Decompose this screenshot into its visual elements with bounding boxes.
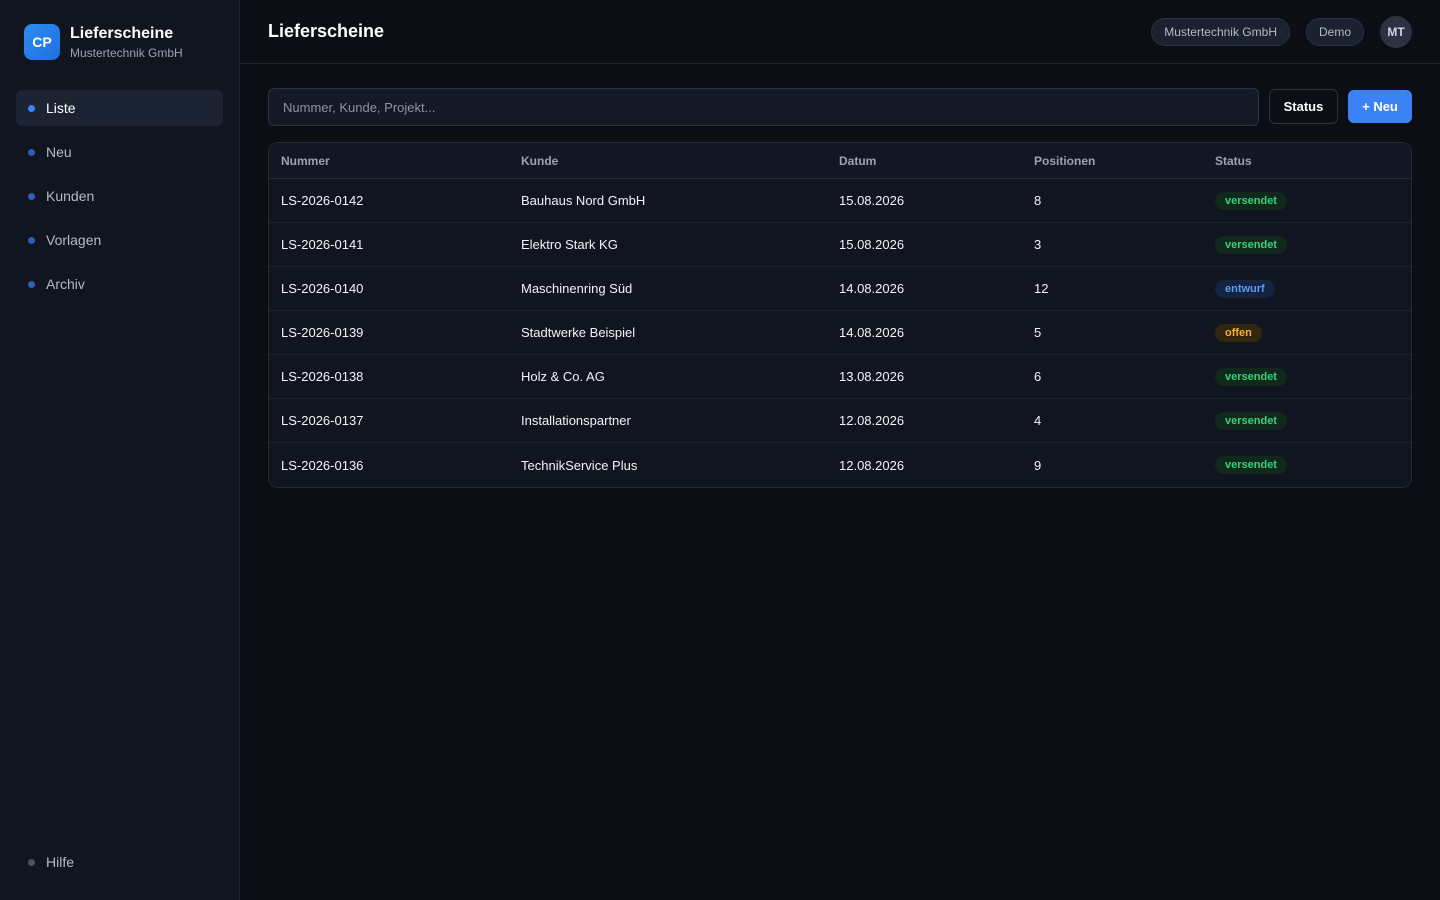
sidebar: CP Lieferscheine Mustertechnik GmbH List… [0, 0, 240, 900]
table-row[interactable]: LS-2026-0142 Bauhaus Nord GmbH 15.08.202… [269, 179, 1411, 223]
avatar[interactable]: MT [1380, 16, 1412, 48]
bullet-icon [28, 280, 35, 288]
cell-kunde: Holz & Co. AG [521, 369, 605, 384]
cell-positionen: 6 [1034, 369, 1042, 384]
sidebar-item-archiv[interactable]: Archiv [16, 266, 223, 302]
status-badge: versendet [1215, 235, 1287, 254]
cell-kunde: Stadtwerke Beispiel [521, 325, 636, 340]
company-switcher[interactable]: Mustertechnik GmbH [1151, 18, 1290, 46]
cell-nummer: LS-2026-0141 [281, 237, 364, 252]
cell-nummer: LS-2026-0140 [281, 281, 364, 296]
status-badge: versendet [1215, 411, 1287, 430]
sidebar-item-kunden[interactable]: Kunden [16, 178, 223, 214]
mode-badge[interactable]: Demo [1305, 18, 1364, 46]
bullet-icon [28, 236, 35, 244]
sidebar-item-label: Kunden [46, 188, 95, 204]
cell-nummer: LS-2026-0136 [281, 457, 364, 473]
column-header-kunde[interactable]: Kunde [509, 154, 827, 168]
search-input[interactable] [268, 88, 1259, 126]
table-row[interactable]: LS-2026-0139 Stadtwerke Beispiel 14.08.2… [269, 311, 1411, 355]
cell-status: versendet [1203, 367, 1411, 386]
cell-status: offen [1203, 323, 1411, 342]
topbar: Lieferscheine Mustertechnik GmbH Demo MT [240, 0, 1440, 64]
cell-datum: 12.08.2026 [839, 457, 905, 473]
status-badge: entwurf [1215, 279, 1275, 298]
cell-nummer: LS-2026-0138 [281, 369, 364, 384]
table-row[interactable]: LS-2026-0140 Maschinenring Süd 14.08.202… [269, 267, 1411, 311]
column-header-datum[interactable]: Datum [827, 154, 1022, 168]
sidebar-item-hilfe[interactable]: Hilfe [16, 844, 223, 880]
sidebar-item-label: Hilfe [46, 854, 75, 870]
cell-status: entwurf [1203, 279, 1411, 298]
cell-status: versendet [1203, 456, 1411, 474]
cell-datum: 12.08.2026 [839, 413, 905, 428]
cell-status: versendet [1203, 191, 1411, 210]
cell-datum: 13.08.2026 [839, 369, 905, 384]
table-row[interactable]: LS-2026-0141 Elektro Stark KG 15.08.2026… [269, 223, 1411, 267]
cell-datum: 14.08.2026 [839, 325, 905, 340]
status-filter-button[interactable]: Status [1269, 89, 1338, 124]
delivery-notes-table: Nummer Kunde Datum Positionen Status LS-… [268, 142, 1412, 488]
sidebar-item-neu[interactable]: Neu [16, 134, 223, 170]
sidebar-item-label: Liste [46, 100, 76, 116]
status-badge: versendet [1215, 367, 1287, 386]
cell-kunde: Maschinenring Süd [521, 281, 633, 296]
table-header: Nummer Kunde Datum Positionen Status [269, 143, 1411, 179]
cell-status: versendet [1203, 411, 1411, 430]
cell-status: versendet [1203, 235, 1411, 254]
cell-nummer: LS-2026-0139 [281, 325, 364, 340]
cell-nummer: LS-2026-0142 [281, 193, 364, 208]
table-row[interactable]: LS-2026-0136 TechnikService Plus 12.08.2… [269, 443, 1411, 487]
app-logo: CP [24, 24, 60, 60]
sidebar-bottom: Hilfe [16, 844, 223, 888]
toolbar: Status + Neu [268, 88, 1412, 126]
bullet-icon [28, 858, 35, 866]
cell-nummer: LS-2026-0137 [281, 413, 364, 428]
column-header-nummer[interactable]: Nummer [269, 154, 509, 168]
cell-datum: 15.08.2026 [839, 237, 905, 252]
cell-kunde: Elektro Stark KG [521, 237, 618, 252]
brand-text: Lieferscheine Mustertechnik GmbH [70, 25, 183, 60]
cell-kunde: Bauhaus Nord GmbH [521, 193, 646, 208]
sidebar-item-liste[interactable]: Liste [16, 90, 223, 126]
status-badge: offen [1215, 323, 1262, 342]
bullet-icon [28, 192, 35, 200]
status-badge: versendet [1215, 191, 1287, 210]
sidebar-item-label: Vorlagen [46, 232, 102, 248]
cell-positionen: 4 [1034, 413, 1042, 428]
cell-kunde: Installationspartner [521, 413, 631, 428]
sidebar-item-label: Archiv [46, 276, 85, 292]
new-delivery-note-button[interactable]: + Neu [1348, 90, 1412, 123]
sidebar-item-vorlagen[interactable]: Vorlagen [16, 222, 223, 258]
app-title: Lieferscheine [70, 24, 174, 42]
cell-positionen: 8 [1034, 193, 1042, 208]
cell-positionen: 5 [1034, 325, 1042, 340]
cell-datum: 14.08.2026 [839, 281, 905, 296]
column-header-status[interactable]: Status [1203, 154, 1411, 168]
cell-kunde: TechnikService Plus [521, 457, 638, 473]
table-row[interactable]: LS-2026-0138 Holz & Co. AG 13.08.2026 6 … [269, 355, 1411, 399]
company-name: Mustertechnik GmbH [70, 45, 183, 60]
bullet-icon [28, 148, 35, 156]
cell-positionen: 12 [1034, 281, 1049, 296]
cell-positionen: 9 [1034, 457, 1042, 473]
brand: CP Lieferscheine Mustertechnik GmbH [24, 24, 183, 60]
status-badge: versendet [1215, 456, 1287, 474]
bullet-icon [28, 104, 35, 112]
cell-datum: 15.08.2026 [839, 193, 905, 208]
column-header-positionen[interactable]: Positionen [1022, 154, 1203, 168]
sidebar-nav: Liste Neu Kunden Vorlagen Archiv [16, 90, 223, 310]
table-row[interactable]: LS-2026-0137 Installationspartner 12.08.… [269, 399, 1411, 443]
cell-positionen: 3 [1034, 237, 1042, 252]
sidebar-item-label: Neu [46, 144, 72, 160]
topbar-actions: Mustertechnik GmbH Demo MT [1135, 16, 1412, 48]
page-title: Lieferscheine [268, 21, 385, 41]
